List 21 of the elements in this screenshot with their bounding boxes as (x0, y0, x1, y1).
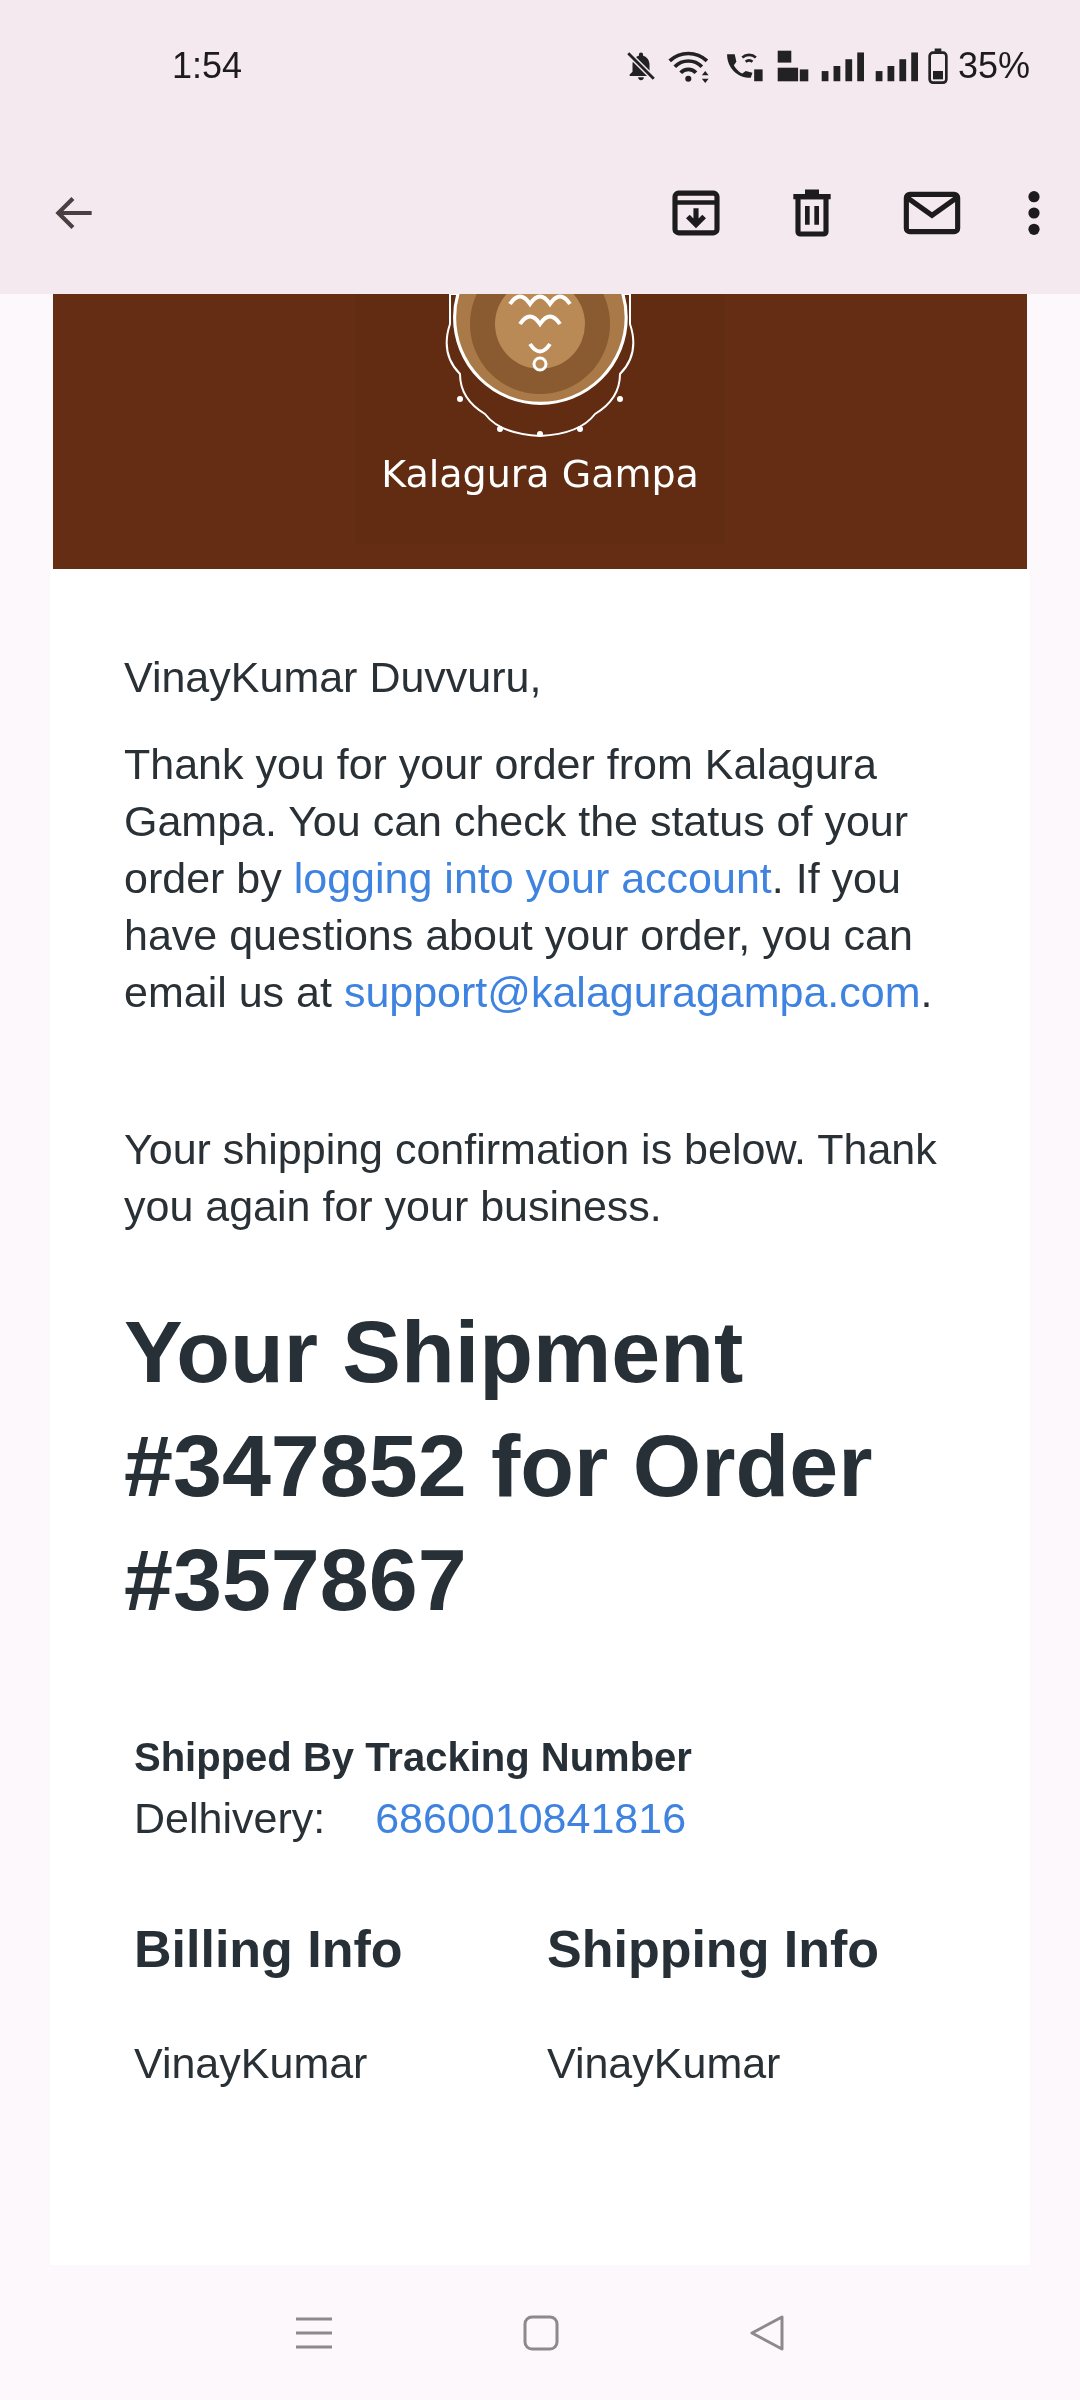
info-name: VinayKumar (547, 2039, 782, 2088)
tracking-header: Shipped By Tracking Number (134, 1734, 693, 1781)
shipment-title: Your Shipment #347852 for Order #357867 (124, 1301, 874, 1631)
signal-icon (873, 49, 918, 83)
info-heading: Shipping Info (547, 1919, 881, 1979)
greeting: VinayKumar Duvvuru, (124, 652, 543, 703)
battery-icon (927, 47, 948, 85)
carrier-name: Delhivery: (134, 1793, 326, 1844)
signal-icon (819, 49, 864, 83)
confirmation-text: Your shipping confirmation is below. Thank you again for your business. (124, 1124, 938, 1232)
intro-paragraph: Thank you for your order from Kalagura Gampa. You can check the status of your order by logging into your account. If you have questions about your order, you can email us at support@kalaguragampa.com. (124, 739, 934, 1018)
battery-percent: 35% (957, 45, 1030, 87)
link[interactable]: logging into your account (293, 854, 772, 902)
link[interactable]: support@kalaguragampa.com (343, 968, 921, 1016)
status-time: 1:54 (172, 45, 243, 87)
info-name: VinayKumar (134, 2039, 369, 2088)
tracking-number-link[interactable]: 6860010841816 (375, 1787, 687, 1849)
info-heading: Billing Info (134, 1919, 404, 1979)
home-icon[interactable] (522, 2313, 560, 2352)
logo-text: Kalagura Gampa (381, 452, 699, 496)
back-triangle-icon[interactable] (748, 2313, 786, 2352)
